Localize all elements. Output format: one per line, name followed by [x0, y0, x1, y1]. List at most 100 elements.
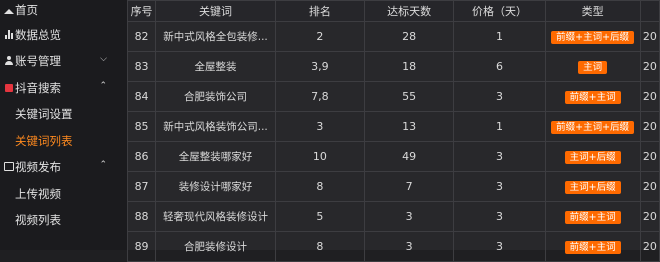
cell-price: 3: [453, 141, 546, 172]
table-row[interactable]: 83 全屋整装 3,9 18 6 主词 20: [126, 51, 660, 82]
cell-keyword: 合肥装饰公司: [155, 81, 276, 112]
sidebar-item-label: 关键词列表: [15, 134, 73, 148]
sidebar-item-upload-video[interactable]: 上传视频: [0, 184, 127, 204]
cell-type: 前缀+主词+后缀: [544, 21, 641, 52]
cell-days: 3: [363, 201, 455, 232]
cell-price: 3: [453, 201, 546, 232]
type-tag: 主词: [578, 60, 608, 74]
table-row[interactable]: 82 新中式风格全包装修... 2 28 1 前缀+主词+后缀 20: [126, 21, 660, 52]
keyword-table: 序号 关键词 排名 达标天数 价格（天） 类型 82 新中式风格全包装修... …: [126, 0, 660, 262]
cell-price: 3: [453, 171, 546, 202]
cell-keyword: 装修设计哪家好: [155, 171, 276, 202]
main-content: 序号 关键词 排名 达标天数 价格（天） 类型 82 新中式风格全包装修... …: [126, 0, 660, 262]
column-header-type[interactable]: 类型: [544, 0, 641, 22]
sidebar-item-data-overview[interactable]: 数据总览: [0, 25, 127, 45]
table-row[interactable]: 87 装修设计哪家好 8 7 3 主词+后缀 20: [126, 171, 660, 202]
sidebar-item-label: 账号管理: [15, 54, 61, 68]
sidebar-item-label: 关键词设置: [15, 107, 73, 121]
sidebar-item-home[interactable]: 首页: [0, 0, 127, 20]
type-tag: 主词+后缀: [564, 180, 621, 194]
cell-id: 82: [126, 21, 157, 52]
chevron-up-icon: ⌃: [99, 160, 107, 170]
column-header-rank[interactable]: 排名: [274, 0, 365, 22]
bar-chart-icon: [4, 29, 14, 39]
sidebar: 首页 数据总览 账号管理 ⌵ 抖音搜索 ⌃ 关键词设置 关键词列表 视频发布 ⌃…: [0, 0, 127, 250]
chevron-down-icon: ⌵: [100, 54, 107, 64]
home-icon: [4, 4, 14, 14]
column-header-id[interactable]: 序号: [126, 0, 157, 22]
table-row[interactable]: 88 轻奢现代风格装修设计 5 3 3 前缀+主词 20: [126, 201, 660, 232]
type-tag: 前缀+主词: [564, 90, 621, 104]
cell-type: 前缀+主词: [544, 81, 641, 112]
sidebar-item-label: 视频列表: [15, 213, 61, 227]
cell-id: 88: [126, 201, 157, 232]
cell-rank: 8: [274, 231, 365, 262]
type-tag: 前缀+主词: [564, 240, 621, 254]
sidebar-item-label: 数据总览: [15, 28, 61, 42]
cell-id: 87: [126, 171, 157, 202]
cell-type: 前缀+主词: [544, 201, 641, 232]
cell-price: 6: [453, 51, 546, 82]
cell-id: 84: [126, 81, 157, 112]
column-header-price[interactable]: 价格（天）: [453, 0, 546, 22]
sidebar-item-label: 上传视频: [15, 187, 61, 201]
sidebar-item-label: 抖音搜索: [15, 81, 61, 95]
sidebar-item-keyword-settings[interactable]: 关键词设置: [0, 104, 127, 124]
sidebar-item-video-list[interactable]: 视频列表: [0, 210, 127, 230]
cell-keyword: 全屋整装哪家好: [155, 141, 276, 172]
user-icon: [4, 55, 14, 65]
sidebar-item-douyin-search[interactable]: 抖音搜索 ⌃: [0, 78, 127, 98]
chevron-up-icon: ⌃: [99, 81, 107, 91]
cell-type: 前缀+主词+后缀: [544, 111, 641, 142]
cell-keyword: 新中式风格装饰公司...: [155, 111, 276, 142]
table-row[interactable]: 89 合肥装修设计 8 3 3 前缀+主词 20: [126, 231, 660, 262]
column-header-extra: [639, 0, 660, 22]
cell-rank: 3,9: [274, 51, 365, 82]
type-tag: 前缀+主词+后缀: [551, 120, 635, 134]
cell-days: 28: [363, 21, 455, 52]
cell-type: 前缀+主词: [544, 231, 641, 262]
sidebar-item-video-publish[interactable]: 视频发布 ⌃: [0, 157, 127, 177]
sidebar-item-label: 首页: [15, 3, 38, 17]
cell-days: 13: [363, 111, 455, 142]
column-header-keyword[interactable]: 关键词: [155, 0, 276, 22]
cell-rank: 10: [274, 141, 365, 172]
cell-rank: 8: [274, 171, 365, 202]
cell-extra: 20: [639, 51, 660, 82]
cell-extra: 20: [639, 171, 660, 202]
type-tag: 前缀+主词: [564, 210, 621, 224]
cell-type: 主词+后缀: [544, 141, 641, 172]
cell-days: 49: [363, 141, 455, 172]
cell-keyword: 轻奢现代风格装修设计: [155, 201, 276, 232]
cell-rank: 5: [274, 201, 365, 232]
cell-extra: 20: [639, 21, 660, 52]
douyin-icon: [4, 82, 14, 92]
column-header-days[interactable]: 达标天数: [363, 0, 455, 22]
cell-rank: 3: [274, 111, 365, 142]
cell-type: 主词: [544, 51, 641, 82]
cell-rank: 7,8: [274, 81, 365, 112]
cell-extra: 20: [639, 81, 660, 112]
cell-keyword: 新中式风格全包装修...: [155, 21, 276, 52]
video-icon: [4, 161, 14, 171]
sidebar-item-account-management[interactable]: 账号管理 ⌵: [0, 51, 127, 71]
cell-type: 主词+后缀: [544, 171, 641, 202]
cell-id: 83: [126, 51, 157, 82]
cell-id: 86: [126, 141, 157, 172]
cell-id: 89: [126, 231, 157, 262]
table-row[interactable]: 85 新中式风格装饰公司... 3 13 1 前缀+主词+后缀 20: [126, 111, 660, 142]
sidebar-item-keyword-list[interactable]: 关键词列表: [0, 131, 127, 151]
cell-price: 1: [453, 21, 546, 52]
cell-extra: 20: [639, 201, 660, 232]
table-row[interactable]: 86 全屋整装哪家好 10 49 3 主词+后缀 20: [126, 141, 660, 172]
cell-days: 55: [363, 81, 455, 112]
type-tag: 主词+后缀: [564, 150, 621, 164]
cell-days: 18: [363, 51, 455, 82]
cell-extra: 20: [639, 141, 660, 172]
table-row[interactable]: 84 合肥装饰公司 7,8 55 3 前缀+主词 20: [126, 81, 660, 112]
app-window: 首页 数据总览 账号管理 ⌵ 抖音搜索 ⌃ 关键词设置 关键词列表 视频发布 ⌃…: [0, 0, 660, 262]
cell-days: 3: [363, 231, 455, 262]
cell-price: 3: [453, 231, 546, 262]
sidebar-item-label: 视频发布: [15, 160, 61, 174]
cell-keyword: 全屋整装: [155, 51, 276, 82]
